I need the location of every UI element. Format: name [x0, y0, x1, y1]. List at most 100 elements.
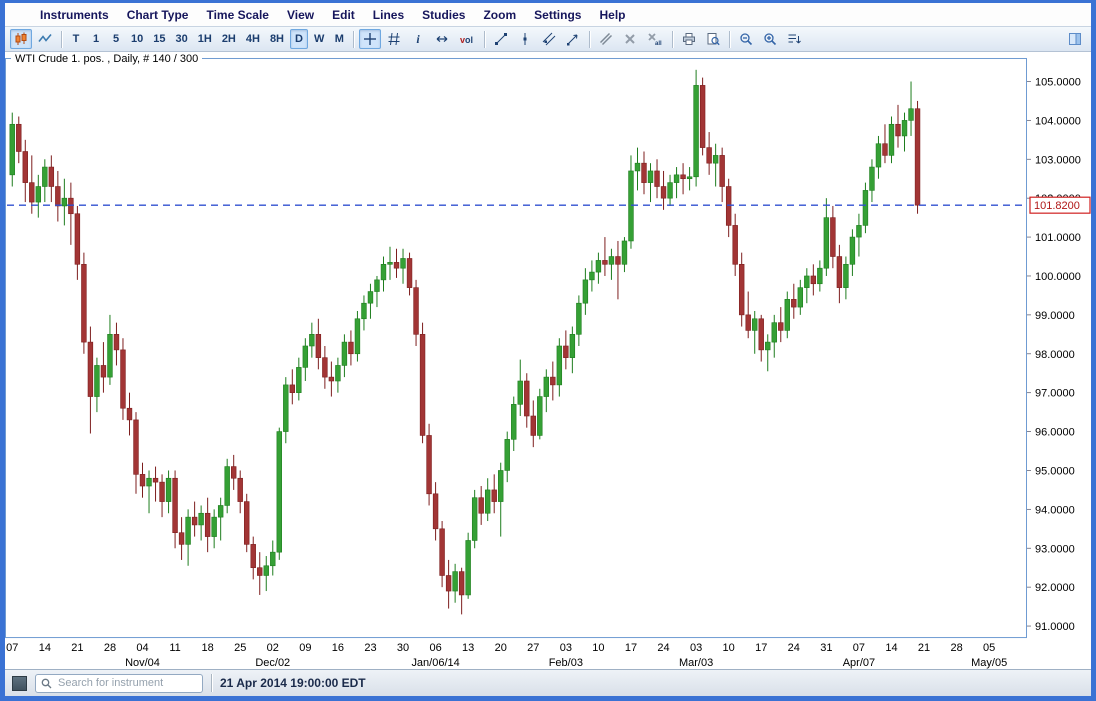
- timeframe-10m-button[interactable]: 10: [127, 29, 147, 49]
- channel-tool-button[interactable]: [538, 29, 560, 49]
- grid-toggle-button[interactable]: [383, 29, 405, 49]
- timeframe-1m-button[interactable]: 1: [87, 29, 105, 49]
- menu-help[interactable]: Help: [590, 6, 634, 24]
- menu-settings[interactable]: Settings: [525, 6, 590, 24]
- toolbar-label: 15: [153, 33, 165, 45]
- side-panel-toggle-button[interactable]: [1064, 29, 1086, 49]
- candle: [277, 428, 282, 560]
- date-tick-label: 10: [723, 642, 735, 654]
- menu-chart-type[interactable]: Chart Type: [118, 6, 198, 24]
- menu-time-scale[interactable]: Time Scale: [197, 6, 277, 24]
- time-axis[interactable]: 0714212804111825020916233006132027031017…: [6, 642, 1007, 669]
- trading-app-window: InstrumentsChart TypeTime ScaleViewEditL…: [0, 0, 1096, 701]
- candle: [915, 101, 920, 214]
- search-input[interactable]: [56, 676, 197, 690]
- trendline-tool-button[interactable]: [490, 29, 512, 49]
- zoom-out-icon: [739, 32, 753, 46]
- timeframe-tick-button[interactable]: T: [67, 29, 85, 49]
- arrows-h-icon: [435, 32, 449, 46]
- volume-toggle-button[interactable]: vol: [455, 29, 479, 49]
- snapshot-icon: [706, 32, 720, 46]
- menu-zoom[interactable]: Zoom: [474, 6, 525, 24]
- price-tick-label: 97.0000: [1035, 388, 1075, 400]
- date-tick-label: 23: [364, 642, 376, 654]
- info-button[interactable]: i: [407, 29, 429, 49]
- menu-studies[interactable]: Studies: [413, 6, 474, 24]
- delete-drawing-button[interactable]: [619, 29, 641, 49]
- price-tick-label: 92.0000: [1035, 582, 1075, 594]
- candlestick-icon: [14, 32, 28, 46]
- candle: [427, 424, 432, 506]
- timeframe-daily-button[interactable]: D: [290, 29, 308, 49]
- date-tick-label: 11: [169, 642, 180, 654]
- price-tick-label: 91.0000: [1035, 621, 1075, 633]
- price-tick-label: 93.0000: [1035, 543, 1075, 555]
- ray-tool-button[interactable]: [562, 29, 584, 49]
- parallel-lines-button[interactable]: [595, 29, 617, 49]
- timeframe-8h-button[interactable]: 8H: [266, 29, 288, 49]
- instrument-search-box[interactable]: [35, 674, 203, 693]
- timeframe-4h-button[interactable]: 4H: [242, 29, 264, 49]
- last-price-label: 101.8200: [1034, 200, 1080, 212]
- timeframe-monthly-button[interactable]: M: [330, 29, 348, 49]
- price-tick-label: 104.0000: [1035, 115, 1081, 127]
- menu-bar: InstrumentsChart TypeTime ScaleViewEditL…: [5, 3, 1091, 26]
- timeframe-1h-button[interactable]: 1H: [194, 29, 216, 49]
- date-tick-label: 07: [853, 642, 865, 654]
- price-tick-label: 105.0000: [1035, 76, 1081, 88]
- candle: [700, 78, 705, 156]
- date-tick-label: 09: [299, 642, 311, 654]
- crosshair-icon: [363, 32, 377, 46]
- candle: [694, 70, 699, 187]
- menu-instruments[interactable]: Instruments: [31, 6, 118, 24]
- date-tick-label: 04: [136, 642, 148, 654]
- date-tick-label: 03: [560, 642, 572, 654]
- menu-lines[interactable]: Lines: [364, 6, 413, 24]
- vertical-line-tool-button[interactable]: [514, 29, 536, 49]
- menu-view[interactable]: View: [278, 6, 323, 24]
- menu-edit[interactable]: Edit: [323, 6, 364, 24]
- zoom-in-button[interactable]: [759, 29, 781, 49]
- timeframe-2h-button[interactable]: 2H: [218, 29, 240, 49]
- date-tick-label: 18: [202, 642, 214, 654]
- candle: [121, 338, 126, 420]
- status-bar: 21 Apr 2014 19:00:00 EDT: [5, 669, 1091, 696]
- info-icon: i: [411, 32, 425, 46]
- crosshair-button[interactable]: [359, 29, 381, 49]
- snapshot-button[interactable]: [702, 29, 724, 49]
- chart-type-candlestick-button[interactable]: [10, 29, 32, 49]
- price-axis[interactable]: 105.0000104.0000103.0000102.0000101.0000…: [1027, 76, 1081, 633]
- timeframe-weekly-button[interactable]: W: [310, 29, 328, 49]
- chart-type-line-button[interactable]: [34, 29, 56, 49]
- delete-all-drawings-button[interactable]: all: [643, 29, 667, 49]
- date-tick-label: 14: [885, 642, 897, 654]
- date-tick-label: 06: [429, 642, 441, 654]
- price-tick-label: 96.0000: [1035, 427, 1075, 439]
- timeframe-15m-button[interactable]: 15: [149, 29, 169, 49]
- date-tick-label: 31: [820, 642, 832, 654]
- timeframe-30m-button[interactable]: 30: [172, 29, 192, 49]
- date-tick-label: 21: [71, 642, 83, 654]
- toolbar-label: 2H: [222, 33, 236, 45]
- print-button[interactable]: [678, 29, 700, 49]
- toolbar-label: M: [335, 33, 344, 45]
- date-tick-label: 17: [625, 642, 637, 654]
- toolbar-separator: [589, 31, 590, 48]
- timeframe-5m-button[interactable]: 5: [107, 29, 125, 49]
- zoom-out-button[interactable]: [735, 29, 757, 49]
- horizontal-scroll-button[interactable]: [431, 29, 453, 49]
- toolbar-label: 5: [113, 33, 119, 45]
- price-tick-label: 101.0000: [1035, 232, 1081, 244]
- month-tick-label: May/05: [971, 657, 1007, 669]
- candle: [466, 533, 471, 599]
- month-tick-label: Mar/03: [679, 657, 713, 669]
- auto-scale-button[interactable]: [783, 29, 805, 49]
- volume-icon: vol: [459, 32, 475, 46]
- price-tick-label: 103.0000: [1035, 154, 1081, 166]
- price-chart[interactable]: 105.0000104.0000103.0000102.0000101.0000…: [5, 52, 1091, 669]
- status-separator: [211, 674, 212, 692]
- parallel-lines-icon: [599, 32, 613, 46]
- month-tick-label: Nov/04: [125, 657, 160, 669]
- chart-area[interactable]: WTI Crude 1. pos. , Daily, # 140 / 300 1…: [5, 52, 1091, 669]
- connection-status-indicator[interactable]: [12, 676, 27, 691]
